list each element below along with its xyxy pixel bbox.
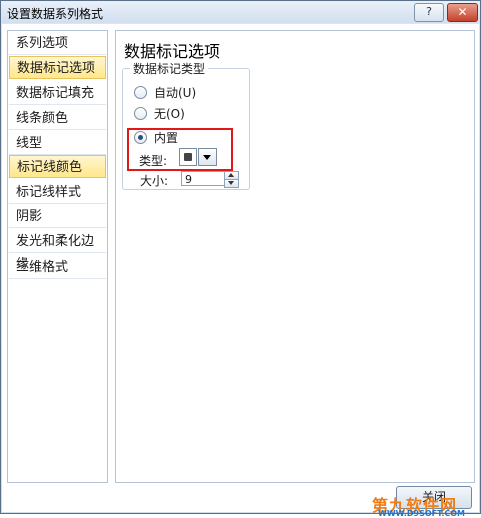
category-list: 系列选项 数据标记选项 数据标记填充 线条颜色 线型 标记线颜色 标记线样式 阴… — [7, 30, 108, 483]
size-input[interactable]: 9 — [181, 171, 225, 186]
sidebar-item-line-style[interactable]: 线型 — [9, 132, 106, 155]
sidebar-item-glow-soft-edges[interactable]: 发光和柔化边缘 — [9, 230, 106, 272]
sidebar-item-marker-fill[interactable]: 数据标记填充 — [9, 82, 106, 105]
help-button[interactable]: ? — [414, 3, 444, 22]
title-bar: 设置数据系列格式 ? ✕ — [1, 1, 480, 23]
marker-type-dropdown[interactable] — [179, 148, 197, 166]
sidebar-item-shadow[interactable]: 阴影 — [9, 205, 106, 228]
dropdown-arrow-icon[interactable] — [198, 148, 217, 166]
watermark-logo: 第九软件网 WWW.D9SOFT.COM — [372, 492, 476, 518]
sidebar-item-marker-line-color[interactable]: 标记线颜色 — [9, 155, 106, 178]
sidebar-item-3d-format[interactable]: 三维格式 — [9, 256, 106, 279]
radio-auto[interactable] — [134, 86, 147, 99]
section-title: 数据标记选项 — [124, 42, 221, 61]
format-data-series-dialog: 设置数据系列格式 ? ✕ 系列选项 数据标记选项 数据标记填充 线条颜色 线型 … — [0, 0, 481, 518]
radio-builtin[interactable] — [134, 131, 147, 144]
radio-auto-label: 自动(U) — [154, 86, 197, 100]
sidebar-item-marker-options[interactable]: 数据标记选项 — [9, 56, 106, 79]
radio-builtin-label: 内置 — [154, 131, 179, 145]
sidebar-item-line-color[interactable]: 线条颜色 — [9, 107, 106, 130]
sidebar-item-marker-line-style[interactable]: 标记线样式 — [9, 181, 106, 204]
sidebar-item-series-options[interactable]: 系列选项 — [9, 32, 106, 55]
options-panel: 数据标记选项 数据标记类型 自动(U) 无(O) 内置 类型: 大小: 9 — [115, 30, 475, 483]
dialog-content: 系列选项 数据标记选项 数据标记填充 线条颜色 线型 标记线颜色 标记线样式 阴… — [2, 24, 479, 518]
window-close-button[interactable]: ✕ — [447, 3, 478, 22]
window-title: 设置数据系列格式 — [7, 7, 104, 21]
radio-none-label: 无(O) — [154, 107, 185, 121]
spin-down-icon[interactable] — [224, 179, 239, 188]
size-label: 大小: — [140, 174, 169, 188]
radio-none[interactable] — [134, 107, 147, 120]
square-marker-icon — [184, 153, 192, 161]
group-title: 数据标记类型 — [130, 60, 209, 77]
type-label: 类型: — [139, 154, 168, 168]
